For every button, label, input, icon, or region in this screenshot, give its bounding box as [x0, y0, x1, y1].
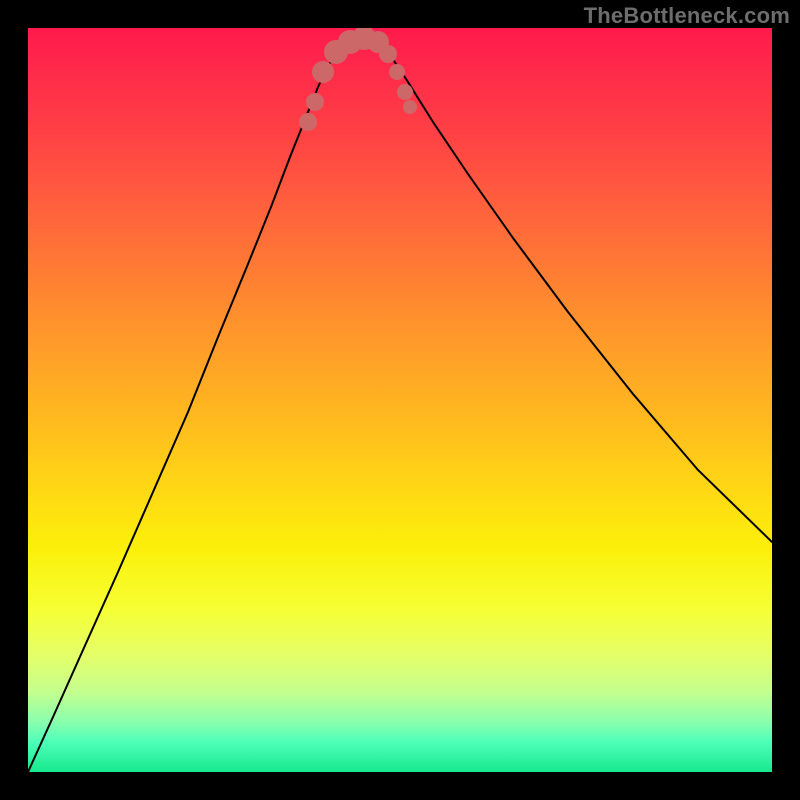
chart-overlay-svg [28, 28, 772, 772]
curve-right [373, 37, 772, 542]
chart-plot-area [28, 28, 772, 772]
curve-left [28, 37, 348, 772]
valley-marker [312, 61, 334, 83]
valley-marker [389, 64, 405, 80]
watermark-text: TheBottleneck.com [584, 3, 790, 29]
valley-marker [403, 100, 417, 114]
chart-frame: TheBottleneck.com [0, 0, 800, 800]
valley-marker [379, 45, 397, 63]
valley-marker-group [299, 28, 417, 131]
valley-marker [299, 113, 317, 131]
valley-marker [397, 84, 413, 100]
valley-marker [306, 93, 324, 111]
